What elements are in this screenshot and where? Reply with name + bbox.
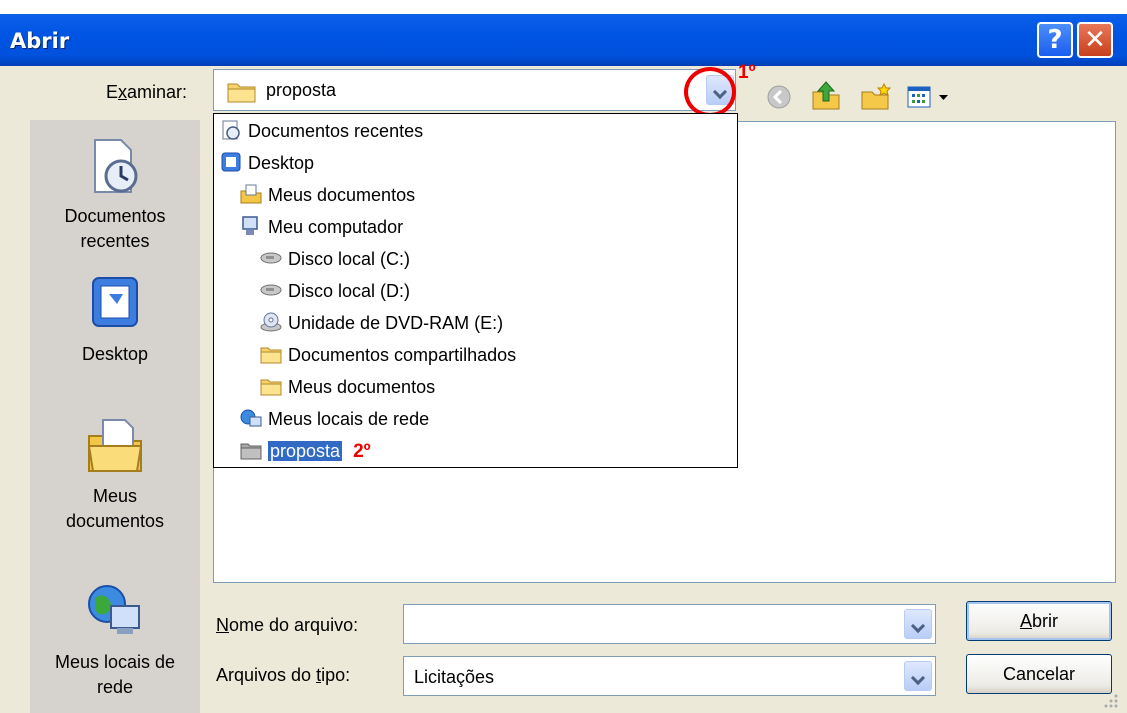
filename-combobox[interactable] [403,604,936,644]
back-icon[interactable] [766,84,792,110]
filetype-value: Licitações [414,667,495,687]
list-item-drive-c[interactable]: Disco local (C:) [260,244,410,274]
network-places-icon [88,585,140,634]
selected-item-label: proposta [268,441,343,461]
list-item-my-documents-folder[interactable]: Meus documentos [260,372,435,402]
list-item-drive-d[interactable]: Disco local (D:) [260,276,410,306]
filetype-combobox[interactable]: Licitações [403,656,936,696]
new-folder-icon[interactable] [860,82,892,112]
computer-icon [242,216,258,236]
lookin-combobox[interactable]: proposta [213,69,736,111]
title-bar: Abrir ? ✕ [0,0,1127,66]
lookin-label: Examinar: [106,82,188,102]
annotation-circle [684,67,736,117]
desktop-icon [221,152,241,172]
filename-dropdown-button[interactable] [904,609,932,639]
filetype-dropdown-button[interactable] [904,661,932,691]
drive-icon [260,284,282,296]
chevron-down-icon [939,95,948,100]
close-icon: ✕ [1084,25,1106,55]
up-folder-icon[interactable] [810,80,842,112]
help-icon: ? [1047,25,1063,55]
folder-icon [240,443,262,460]
list-item-desktop[interactable]: Desktop [220,148,314,178]
place-network-places[interactable]: Meus locais de rede [30,580,200,700]
place-desktop[interactable]: Desktop [30,272,200,367]
list-item-proposta[interactable]: proposta 2º [240,436,371,466]
filename-label: Nome do arquivo: [216,615,359,635]
recent-documents-icon [94,139,138,193]
my-documents-icon [87,419,143,472]
desktop-icon [92,277,138,327]
dvd-drive-icon [260,312,282,332]
places-bar: Documentos recentes Desktop Meus documento… [30,120,200,713]
network-places-icon [240,409,262,427]
folder-icon [227,83,256,103]
open-button[interactable]: Abrir [966,601,1112,641]
place-my-documents[interactable]: Meus documentos [30,414,200,534]
list-item-shared-documents[interactable]: Documentos compartilhados [260,340,516,370]
drive-icon [260,252,282,264]
recent-documents-icon [222,120,240,140]
list-item-recent-documents[interactable]: Documentos recentes [220,116,423,146]
filetype-label: Arquivos do tipo: [216,665,351,685]
lookin-dropdown-list: Documentos recentes Desktop Meus documen… [213,113,738,468]
resize-grip-icon[interactable] [1100,690,1120,710]
help-button[interactable]: ? [1037,22,1073,58]
list-item-my-computer[interactable]: Meu computador [240,212,403,242]
annotation-1: 1º [738,62,756,83]
place-recent-documents[interactable]: Documentos recentes [30,136,200,254]
close-button[interactable]: ✕ [1077,22,1113,58]
list-item-network-places[interactable]: Meus locais de rede [240,404,429,434]
annotation-2: 2º [353,441,371,462]
my-documents-icon [240,184,262,204]
lookin-value: proposta [266,80,337,100]
cancel-button[interactable]: Cancelar [966,654,1112,694]
window-title: Abrir [10,29,70,53]
folder-icon [260,379,282,396]
view-menu-button[interactable] [906,84,954,110]
list-item-dvd-drive[interactable]: Unidade de DVD-RAM (E:) [260,308,503,338]
view-menu-icon [907,86,931,108]
list-item-my-documents[interactable]: Meus documentos [240,180,415,210]
folder-icon [260,347,282,364]
